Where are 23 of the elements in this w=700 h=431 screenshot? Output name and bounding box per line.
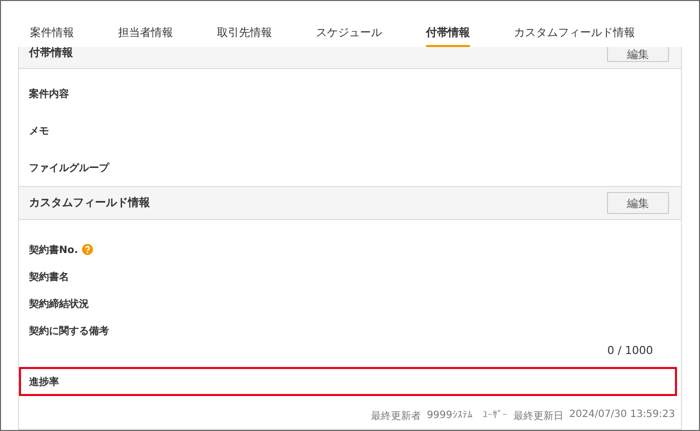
- field-label: 契約締結状況: [29, 297, 89, 310]
- edit-button[interactable]: 編集: [607, 47, 669, 62]
- field-label: 進捗率: [29, 375, 59, 388]
- field-label: 契約書No.: [29, 244, 78, 256]
- tab[interactable]: 担当者情報: [118, 19, 173, 47]
- field-label: 契約に関する備考: [29, 324, 109, 338]
- section-title: 付帯情報: [29, 47, 73, 59]
- updated-by-label: 最終更新者: [370, 410, 421, 423]
- character-counter: 0 / 1000: [607, 344, 653, 358]
- field-label: 契約書名: [29, 270, 69, 284]
- field-label: 案件内容: [29, 87, 69, 100]
- updated-by: 9999ｼｽﾃﾑ ﾕｰｻﾞｰ: [426, 409, 508, 423]
- help-icon[interactable]: [82, 244, 94, 255]
- tab[interactable]: スケジュール: [316, 19, 382, 47]
- field-label: メモ: [29, 124, 49, 138]
- field-label: ファイルグループ: [29, 161, 109, 174]
- updated-at: 2024/07/30 13:59:23: [569, 409, 675, 422]
- tab[interactable]: 案件情報: [30, 19, 74, 47]
- tab[interactable]: 取引先情報: [217, 19, 272, 47]
- updated-at-label: 最終更新日: [513, 410, 564, 423]
- section-title: カスタムフィールド情報: [29, 197, 150, 209]
- tab[interactable]: カスタムフィールド情報: [514, 19, 635, 47]
- edit-button[interactable]: 編集: [607, 192, 669, 214]
